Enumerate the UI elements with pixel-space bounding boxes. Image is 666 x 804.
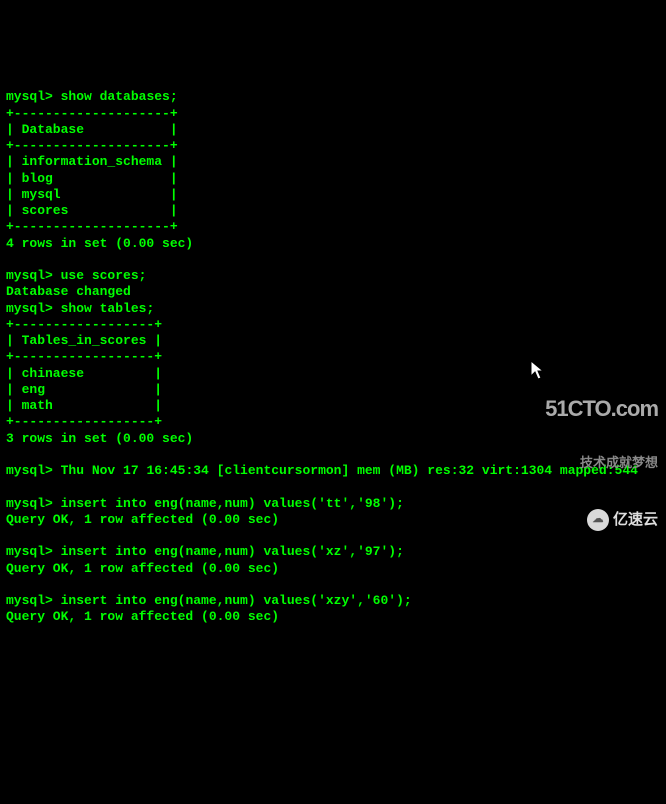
table-border: +--------------------+ bbox=[6, 138, 178, 153]
cloud-icon: ☁ bbox=[587, 509, 609, 531]
mysql-prompt: mysql> bbox=[6, 593, 53, 608]
prompt-line: mysql> show databases; bbox=[6, 89, 178, 104]
watermark-sub: 技术成就梦想 bbox=[545, 455, 658, 471]
prompt-line: mysql> use scores; bbox=[6, 268, 146, 283]
prompt-line: mysql> insert into eng(name,num) values(… bbox=[6, 593, 412, 608]
result-summary: 4 rows in set (0.00 sec) bbox=[6, 236, 193, 251]
table-border: +--------------------+ bbox=[6, 219, 178, 234]
table-row: | eng | bbox=[6, 382, 162, 397]
mysql-prompt: mysql> bbox=[6, 544, 53, 559]
command-show-tables: show tables; bbox=[61, 301, 155, 316]
table-header-database: | Database | bbox=[6, 122, 178, 137]
mysql-prompt: mysql> bbox=[6, 496, 53, 511]
table-border: +------------------+ bbox=[6, 414, 162, 429]
prompt-line: mysql> insert into eng(name,num) values(… bbox=[6, 496, 404, 511]
query-ok-msg: Query OK, 1 row affected (0.00 sec) bbox=[6, 609, 279, 624]
table-row: | mysql | bbox=[6, 187, 178, 202]
table-border: +------------------+ bbox=[6, 317, 162, 332]
query-ok-msg: Query OK, 1 row affected (0.00 sec) bbox=[6, 561, 279, 576]
terminal-output: mysql> show databases; +----------------… bbox=[6, 73, 660, 626]
query-ok-msg: Query OK, 1 row affected (0.00 sec) bbox=[6, 512, 279, 527]
command-insert-2: insert into eng(name,num) values('xz','9… bbox=[61, 544, 404, 559]
mysql-prompt: mysql> bbox=[6, 89, 53, 104]
table-row: | blog | bbox=[6, 171, 178, 186]
mysql-prompt: mysql> bbox=[6, 463, 53, 478]
table-border: +------------------+ bbox=[6, 349, 162, 364]
table-row: | scores | bbox=[6, 203, 178, 218]
table-row: | math | bbox=[6, 398, 162, 413]
watermark-main: 51CTO.com bbox=[545, 395, 658, 423]
mysql-prompt: mysql> bbox=[6, 301, 53, 316]
watermark-51cto: 51CTO.com 技术成就梦想 bbox=[545, 362, 658, 487]
command-insert-3: insert into eng(name,num) values('xzy','… bbox=[61, 593, 412, 608]
table-border: +--------------------+ bbox=[6, 106, 178, 121]
table-row: | information_schema | bbox=[6, 154, 178, 169]
command-insert-1: insert into eng(name,num) values('tt','9… bbox=[61, 496, 404, 511]
watermark-yisu-text: 亿速云 bbox=[613, 511, 658, 530]
command-show-databases: show databases; bbox=[61, 89, 178, 104]
table-header-tables: | Tables_in_scores | bbox=[6, 333, 162, 348]
prompt-line: mysql> insert into eng(name,num) values(… bbox=[6, 544, 404, 559]
prompt-line: mysql> show tables; bbox=[6, 301, 154, 316]
mysql-prompt: mysql> bbox=[6, 268, 53, 283]
database-changed-msg: Database changed bbox=[6, 284, 131, 299]
result-summary: 3 rows in set (0.00 sec) bbox=[6, 431, 193, 446]
command-use-scores: use scores; bbox=[61, 268, 147, 283]
watermark-yisu: ☁ 亿速云 bbox=[587, 509, 658, 531]
table-row: | chinaese | bbox=[6, 366, 162, 381]
prompt-line: mysql> Thu Nov 17 16:45:34 [clientcursor… bbox=[6, 463, 638, 478]
